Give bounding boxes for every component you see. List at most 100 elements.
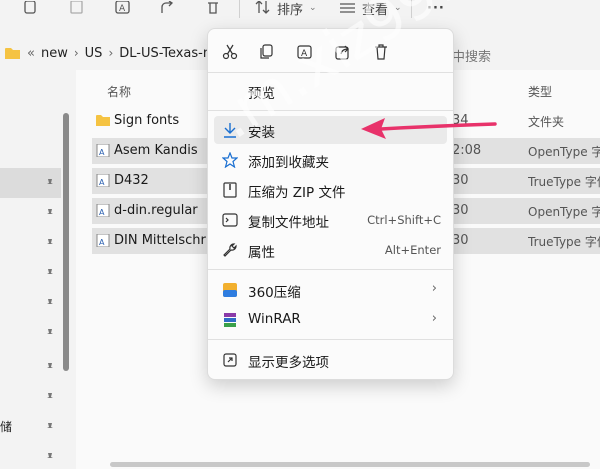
menu-item-label: WinRAR — [248, 311, 301, 327]
file-name: Sign fonts — [114, 113, 180, 128]
menu-item-copy-path[interactable]: 复制文件地址 Ctrl+Shift+C — [214, 206, 447, 234]
copy-toolbar-button[interactable] — [22, 0, 38, 16]
nav-item-label[interactable]: 储 — [0, 418, 12, 435]
chevron-down-icon: ⌄ — [394, 3, 402, 13]
annotation-arrow — [361, 118, 497, 139]
menu-item-label: 显示更多选项 — [248, 355, 329, 371]
copy-button[interactable] — [256, 41, 278, 63]
menu-item-preview[interactable]: 预览 — [214, 77, 447, 105]
menu-item-label: 添加到收藏夹 — [248, 155, 329, 171]
wrench-icon — [223, 243, 237, 257]
menu-item-360-compress[interactable]: 360压缩 › — [214, 276, 447, 304]
path-icon — [222, 213, 238, 227]
menu-item-show-more-options[interactable]: 显示更多选项 — [214, 346, 447, 374]
cut-button[interactable] — [219, 41, 241, 63]
file-type: TrueType 字体 — [528, 235, 600, 249]
menu-item-winrar[interactable]: WinRAR › — [214, 306, 447, 334]
file-type: OpenType 字体 — [528, 205, 600, 219]
file-date: 30 — [452, 233, 469, 248]
toolbar-divider — [411, 0, 412, 18]
pin-icon — [47, 393, 53, 402]
pin-icon — [47, 363, 53, 372]
menu-item-label: 复制文件地址 — [248, 215, 329, 231]
menu-divider — [208, 339, 453, 340]
download-icon — [224, 123, 236, 138]
column-header-type[interactable]: 类型 — [528, 83, 552, 100]
chevron-down-icon: ⌄ — [309, 3, 317, 13]
pin-icon — [47, 423, 53, 432]
svg-text:A: A — [99, 178, 105, 187]
file-date: 2:08 — [452, 143, 482, 158]
sort-button[interactable]: 排序 ⌄ — [255, 0, 317, 18]
menu-divider — [208, 110, 453, 111]
menu-item-add-favorites[interactable]: 添加到收藏夹 — [214, 146, 447, 174]
file-name: D432 — [114, 173, 149, 188]
pin-icon — [47, 179, 53, 188]
file-type: 文件夹 — [528, 115, 565, 129]
breadcrumb-item[interactable]: US — [85, 46, 103, 61]
star-icon — [222, 152, 238, 168]
svg-text:A: A — [301, 49, 308, 59]
menu-item-properties[interactable]: 属性 Alt+Enter — [214, 236, 447, 264]
paste-toolbar-button[interactable] — [70, 0, 84, 16]
chevron-right-icon: › — [73, 46, 79, 60]
sort-label: 排序 — [277, 2, 304, 18]
breadcrumb-overflow[interactable]: « — [27, 46, 35, 61]
menu-item-label: 压缩为 ZIP 文件 — [248, 185, 346, 201]
rename-icon: A — [115, 1, 130, 14]
paste-icon — [70, 1, 83, 14]
chevron-right-icon: › — [431, 281, 437, 296]
share-button[interactable] — [332, 41, 354, 63]
column-header-name[interactable]: 名称 — [107, 83, 131, 100]
delete-button[interactable] — [370, 41, 392, 63]
horizontal-scrollbar[interactable] — [110, 462, 590, 467]
svg-text:A: A — [99, 148, 105, 157]
rename-toolbar-button[interactable]: A — [115, 0, 131, 16]
file-name: DIN Mittelschrift — [114, 233, 219, 248]
folder-icon — [96, 115, 110, 126]
command-bar: A 排序 ⌄ 查看 ⌄ ··· — [0, 0, 600, 22]
view-label: 查看 — [362, 2, 389, 18]
view-button[interactable]: 查看 ⌄ — [340, 0, 402, 18]
chevron-right-icon: › — [108, 46, 114, 60]
zip-icon — [223, 182, 237, 198]
menu-divider — [208, 269, 453, 270]
menu-item-label: 安装 — [248, 125, 275, 141]
svg-text:A: A — [99, 208, 105, 217]
delete-toolbar-button[interactable] — [206, 0, 220, 16]
search-input[interactable]: 中搜索 — [452, 46, 491, 65]
copy-icon — [24, 1, 36, 14]
menu-item-label: 预览 — [248, 86, 275, 102]
pin-icon — [47, 299, 53, 308]
menu-divider — [208, 72, 453, 73]
delete-icon — [375, 44, 387, 60]
file-date: 30 — [452, 173, 469, 188]
copy-icon — [260, 44, 273, 59]
menu-item-compress-zip[interactable]: 压缩为 ZIP 文件 — [214, 176, 447, 204]
svg-text:A: A — [119, 4, 126, 14]
file-name: d-din.regular — [114, 203, 198, 218]
share-icon — [161, 1, 174, 13]
trash-icon — [208, 2, 218, 14]
more-options-icon — [223, 353, 237, 367]
menu-item-shortcut: Alt+Enter — [384, 243, 441, 257]
share-toolbar-button[interactable] — [160, 0, 176, 16]
view-icon — [340, 3, 355, 13]
font-file-icon: A — [96, 174, 110, 187]
rename-button[interactable]: A — [294, 41, 316, 63]
nav-scrollbar[interactable] — [63, 113, 69, 371]
breadcrumb-item[interactable]: new — [41, 46, 68, 61]
context-menu: A 预览 安装 添加到收藏夹 压缩为 ZIP 文件 复制文件地址 Ctrl+Sh… — [207, 28, 454, 380]
file-type: TrueType 字体 — [528, 175, 600, 189]
more-button[interactable]: ··· — [427, 0, 445, 16]
more-icon: ··· — [427, 0, 445, 16]
cut-icon — [222, 44, 238, 60]
file-type: OpenType 字体 — [528, 145, 600, 159]
folder-icon — [5, 47, 20, 59]
toolbar-divider — [239, 0, 240, 18]
font-file-icon: A — [96, 234, 110, 247]
sort-icon — [255, 1, 270, 14]
file-name: Asem Kandis — [114, 143, 198, 158]
pin-icon — [47, 269, 53, 278]
rename-icon: A — [297, 45, 312, 59]
